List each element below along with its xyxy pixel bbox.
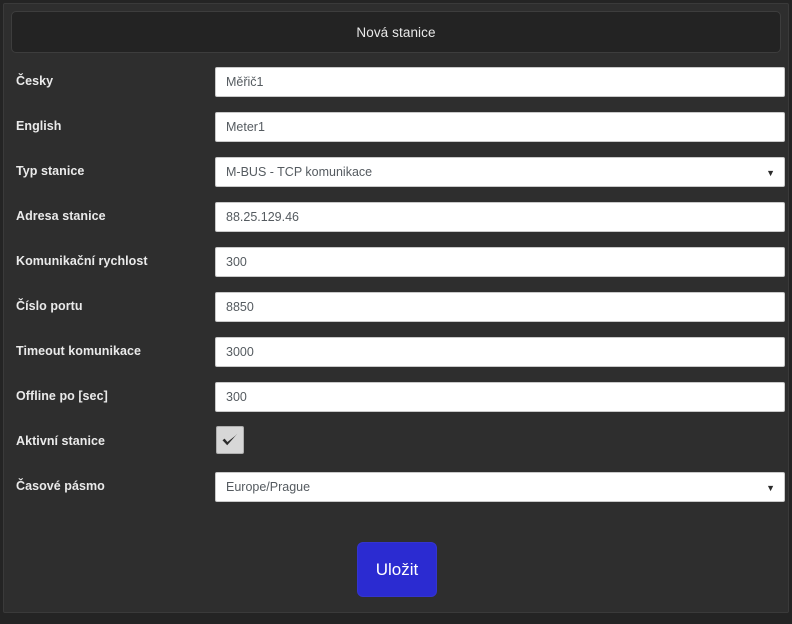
panel-header: Nová stanice xyxy=(11,11,781,53)
form-row-station-active: Aktivní stanice xyxy=(4,422,790,467)
timezone-select[interactable]: Europe/Prague ▼ xyxy=(215,472,785,502)
label-station-name-en: English xyxy=(16,119,62,133)
communication-timeout-input[interactable] xyxy=(215,337,785,367)
station-name-en-input[interactable] xyxy=(215,112,785,142)
form-row-communication-speed: Komunikační rychlost xyxy=(4,242,790,287)
offline-after-sec-input[interactable] xyxy=(215,382,785,412)
checkbox-wrap-station-active xyxy=(216,426,244,454)
form-row-port-number: Číslo portu xyxy=(4,287,790,332)
station-form: Česky English Typ stanice M-BUS - TCP komun… xyxy=(4,62,790,512)
label-timezone: Časové pásmo xyxy=(16,479,105,493)
label-station-address: Adresa stanice xyxy=(16,209,106,223)
field-wrap-station-name-cs xyxy=(215,67,785,97)
page-title: Nová stanice xyxy=(356,24,436,40)
station-active-checkbox[interactable] xyxy=(216,426,244,454)
field-wrap-port-number xyxy=(215,292,785,322)
station-address-input[interactable] xyxy=(215,202,785,232)
field-wrap-station-type: M-BUS - TCP komunikace ▼ xyxy=(215,157,785,187)
label-station-name-cs: Česky xyxy=(16,74,54,88)
form-panel: Nová stanice Česky English Typ stanice M-BU… xyxy=(3,3,789,613)
station-type-select[interactable]: M-BUS - TCP komunikace ▼ xyxy=(215,157,785,187)
chevron-down-icon[interactable]: ▼ xyxy=(766,158,775,186)
form-footer: Uložit xyxy=(4,542,790,604)
timezone-selected-value: Europe/Prague xyxy=(226,480,311,494)
form-row-station-type: Typ stanice M-BUS - TCP komunikace ▼ xyxy=(4,152,790,197)
form-row-communication-timeout: Timeout komunikace xyxy=(4,332,790,377)
field-wrap-communication-speed xyxy=(215,247,785,277)
field-wrap-station-address xyxy=(215,202,785,232)
form-row-station-name-en: English xyxy=(4,107,790,152)
form-row-timezone: Časové pásmo Europe/Prague ▼ xyxy=(4,467,790,512)
new-station-form-page: Nová stanice Česky English Typ stanice M-BU… xyxy=(0,0,792,624)
label-communication-speed: Komunikační rychlost xyxy=(16,254,148,268)
checkmark-icon xyxy=(222,433,238,446)
field-wrap-offline-after-sec xyxy=(215,382,785,412)
chevron-down-icon[interactable]: ▼ xyxy=(766,473,775,501)
field-wrap-communication-timeout xyxy=(215,337,785,367)
station-name-cs-input[interactable] xyxy=(215,67,785,97)
form-row-station-address: Adresa stanice xyxy=(4,197,790,242)
form-row-station-name-cs: Česky xyxy=(4,62,790,107)
field-wrap-station-name-en xyxy=(215,112,785,142)
label-offline-after-sec: Offline po [sec] xyxy=(16,389,108,403)
save-button[interactable]: Uložit xyxy=(357,542,437,597)
communication-speed-input[interactable] xyxy=(215,247,785,277)
station-type-selected-value: M-BUS - TCP komunikace xyxy=(226,165,373,179)
label-port-number: Číslo portu xyxy=(16,299,83,313)
field-wrap-timezone: Europe/Prague ▼ xyxy=(215,472,785,502)
label-station-type: Typ stanice xyxy=(16,164,85,178)
form-row-offline-after-sec: Offline po [sec] xyxy=(4,377,790,422)
label-communication-timeout: Timeout komunikace xyxy=(16,344,142,358)
port-number-input[interactable] xyxy=(215,292,785,322)
label-station-active: Aktivní stanice xyxy=(16,434,105,448)
